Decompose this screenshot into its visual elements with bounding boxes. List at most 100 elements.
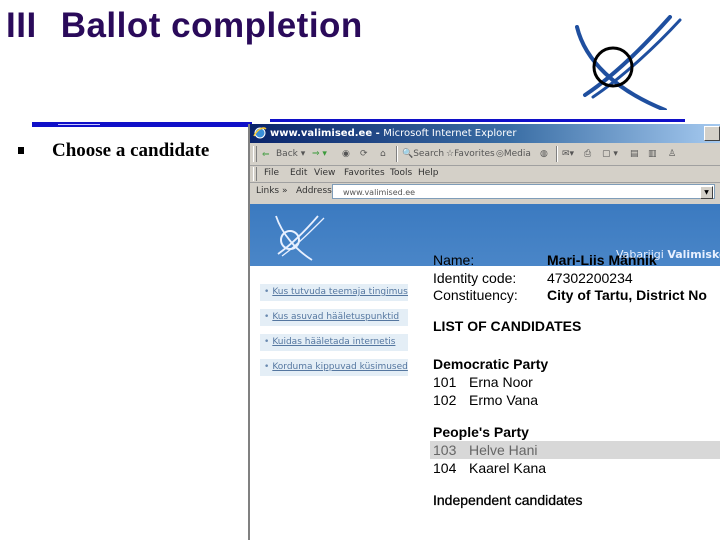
favorites-label: Favorites [454, 149, 495, 159]
links-button[interactable]: Links » [256, 186, 288, 196]
sidebar-link[interactable]: • Korduma kippuvad küsimused [260, 359, 408, 376]
voter-id-label: Identity code: [433, 269, 517, 286]
toolbar-separator [556, 146, 558, 162]
forward-button[interactable]: ⇒ ▾ [312, 147, 327, 161]
browser-titlebar: www.valimised.ee - Microsoft Internet Ex… [250, 124, 720, 143]
menubar-grip[interactable] [253, 167, 257, 181]
research-icon: ▥ [648, 149, 657, 159]
menu-file[interactable]: File [264, 168, 279, 178]
home-button[interactable]: ⌂ [380, 147, 386, 161]
voter-id-value: 47302200234 [547, 269, 633, 286]
menu-edit[interactable]: Edit [290, 168, 307, 178]
party-heading: Democratic Party [433, 356, 549, 372]
candidate-row[interactable]: 104 Kaarel Kana [430, 459, 720, 477]
browser-toolbar: ⇐ Back ▾ ⇒ ▾ ◉ ⟳ ⌂ 🔍Search ☆Favorites ◎Me… [250, 143, 720, 166]
address-bar: Links » Address www.valimised.ee ▼ [250, 183, 720, 202]
menu-view[interactable]: View [314, 168, 335, 178]
party-heading: Independent candidates [433, 492, 583, 508]
chevron-down-icon: ▼ [704, 189, 709, 196]
title-text: Ballot completion [60, 6, 363, 45]
window-title: www.valimised.ee - Microsoft Internet Ex… [270, 128, 517, 139]
candidate-number: 103 [433, 442, 457, 458]
search-button[interactable]: 🔍Search [402, 147, 444, 161]
ballot-content: Name: Mari-Liis Männik Identity code: 47… [430, 252, 720, 508]
media-label: Media [503, 149, 531, 159]
messenger-button[interactable]: ♙ [668, 147, 676, 161]
print-icon: ⎙ [584, 149, 592, 159]
address-dropdown-button[interactable]: ▼ [700, 186, 713, 199]
sidebar-link[interactable]: • Kuidas hääletada internetis [260, 334, 408, 351]
window-title-app: Microsoft Internet Explorer [383, 128, 517, 139]
stop-button[interactable]: ◉ [342, 147, 350, 161]
bullet-text: Choose a candidate [52, 140, 210, 161]
address-input[interactable]: www.valimised.ee ▼ [332, 184, 715, 199]
candidate-row-selected[interactable]: 103 Helve Hani [430, 441, 720, 459]
menu-favorites[interactable]: Favorites [344, 168, 385, 178]
slide-title: III Ballot completion [6, 6, 363, 46]
media-icon: ◎ [496, 149, 504, 159]
bullet-dot-icon: • [264, 337, 270, 347]
candidate-name: Helve Hani [469, 442, 538, 458]
messenger-icon: ♙ [668, 149, 677, 159]
candidate-row[interactable]: 102 Ermo Vana [430, 391, 720, 409]
search-icon: 🔍 [402, 149, 414, 159]
back-button[interactable]: ⇐ Back ▾ [262, 147, 305, 161]
sidebar-link-text[interactable]: Kus tutvuda teemaja tingimustega [272, 287, 408, 297]
stop-icon: ◉ [342, 149, 350, 159]
sidebar-link-text[interactable]: Kus asuvad hääletuspunktid [272, 312, 399, 322]
menu-help[interactable]: Help [418, 168, 439, 178]
candidate-row[interactable]: 101 Erna Noor [430, 373, 720, 391]
bullet-dot-icon: • [264, 287, 270, 297]
refresh-button[interactable]: ⟳ [360, 147, 368, 161]
history-icon: ◍ [540, 149, 548, 159]
address-label: Address [296, 186, 332, 196]
sidebar-link[interactable]: • Kus asuvad hääletuspunktid [260, 309, 408, 326]
back-arrow-icon: ⇐ [262, 149, 270, 160]
candidate-number: 104 [433, 460, 457, 476]
sidebar-link-text[interactable]: Kuidas hääletada internetis [272, 337, 395, 347]
history-button[interactable]: ◍ [540, 147, 548, 161]
discuss-button[interactable]: ▤ [630, 147, 639, 161]
sidebar-link-text[interactable]: Korduma kippuvad küsimused [272, 362, 408, 372]
title-underline-highlight [58, 124, 100, 125]
favorites-icon: ☆ [446, 149, 455, 159]
sidebar-link[interactable]: •Kus tutvuda teemaja tingimustega [260, 284, 408, 301]
voter-name-label: Name: [433, 252, 475, 268]
voter-constituency-label: Constituency: [433, 287, 518, 303]
discuss-icon: ▤ [630, 149, 639, 159]
menu-tools[interactable]: Tools [390, 168, 412, 178]
window-control-button[interactable] [704, 126, 720, 141]
web-page: Vabariigi Valimiskon •Kus tutvuda teemaj… [250, 204, 720, 540]
edit-button[interactable]: ▢ ▾ [602, 147, 618, 161]
candidate-name: Erna Noor [469, 374, 533, 390]
candidate-number: 101 [433, 374, 457, 390]
window-title-url: www.valimised.ee [270, 128, 373, 139]
search-label: Search [413, 149, 445, 159]
toolbar-separator [396, 146, 398, 162]
site-sidebar: •Kus tutvuda teemaja tingimustega •Kus a… [260, 284, 408, 384]
candidate-number: 102 [433, 392, 457, 408]
media-button[interactable]: ◎Media [496, 147, 531, 161]
ie-logo-icon [253, 127, 267, 139]
browser-window: www.valimised.ee - Microsoft Internet Ex… [248, 124, 720, 540]
voter-name-value: Mari-Liis Männik [547, 252, 657, 268]
favorites-button[interactable]: ☆Favorites [446, 147, 495, 161]
voter-constituency-value: City of Tartu, District No [547, 287, 707, 303]
title-underline-right [270, 119, 685, 122]
site-logo-icon [275, 215, 325, 261]
back-label: Back [276, 149, 298, 159]
research-button[interactable]: ▥ [648, 147, 657, 161]
print-button[interactable]: ⎙ [584, 147, 591, 161]
candidate-name: Kaarel Kana [469, 460, 547, 476]
election-logo-icon [575, 15, 682, 110]
edit-icon: ▢ [602, 149, 611, 159]
section-number: III [6, 6, 37, 45]
bullet-dot-icon: • [264, 362, 270, 372]
refresh-icon: ⟳ [360, 149, 368, 159]
candidate-list-heading: LIST OF CANDIDATES [433, 318, 582, 334]
voter-id-row: Identity code: 47302200234 [430, 270, 720, 288]
toolbar-grip[interactable] [253, 146, 257, 162]
bullet-dot-icon: • [264, 312, 270, 322]
forward-arrow-icon: ⇒ [312, 149, 320, 159]
mail-button[interactable]: ✉▾ [562, 147, 574, 161]
